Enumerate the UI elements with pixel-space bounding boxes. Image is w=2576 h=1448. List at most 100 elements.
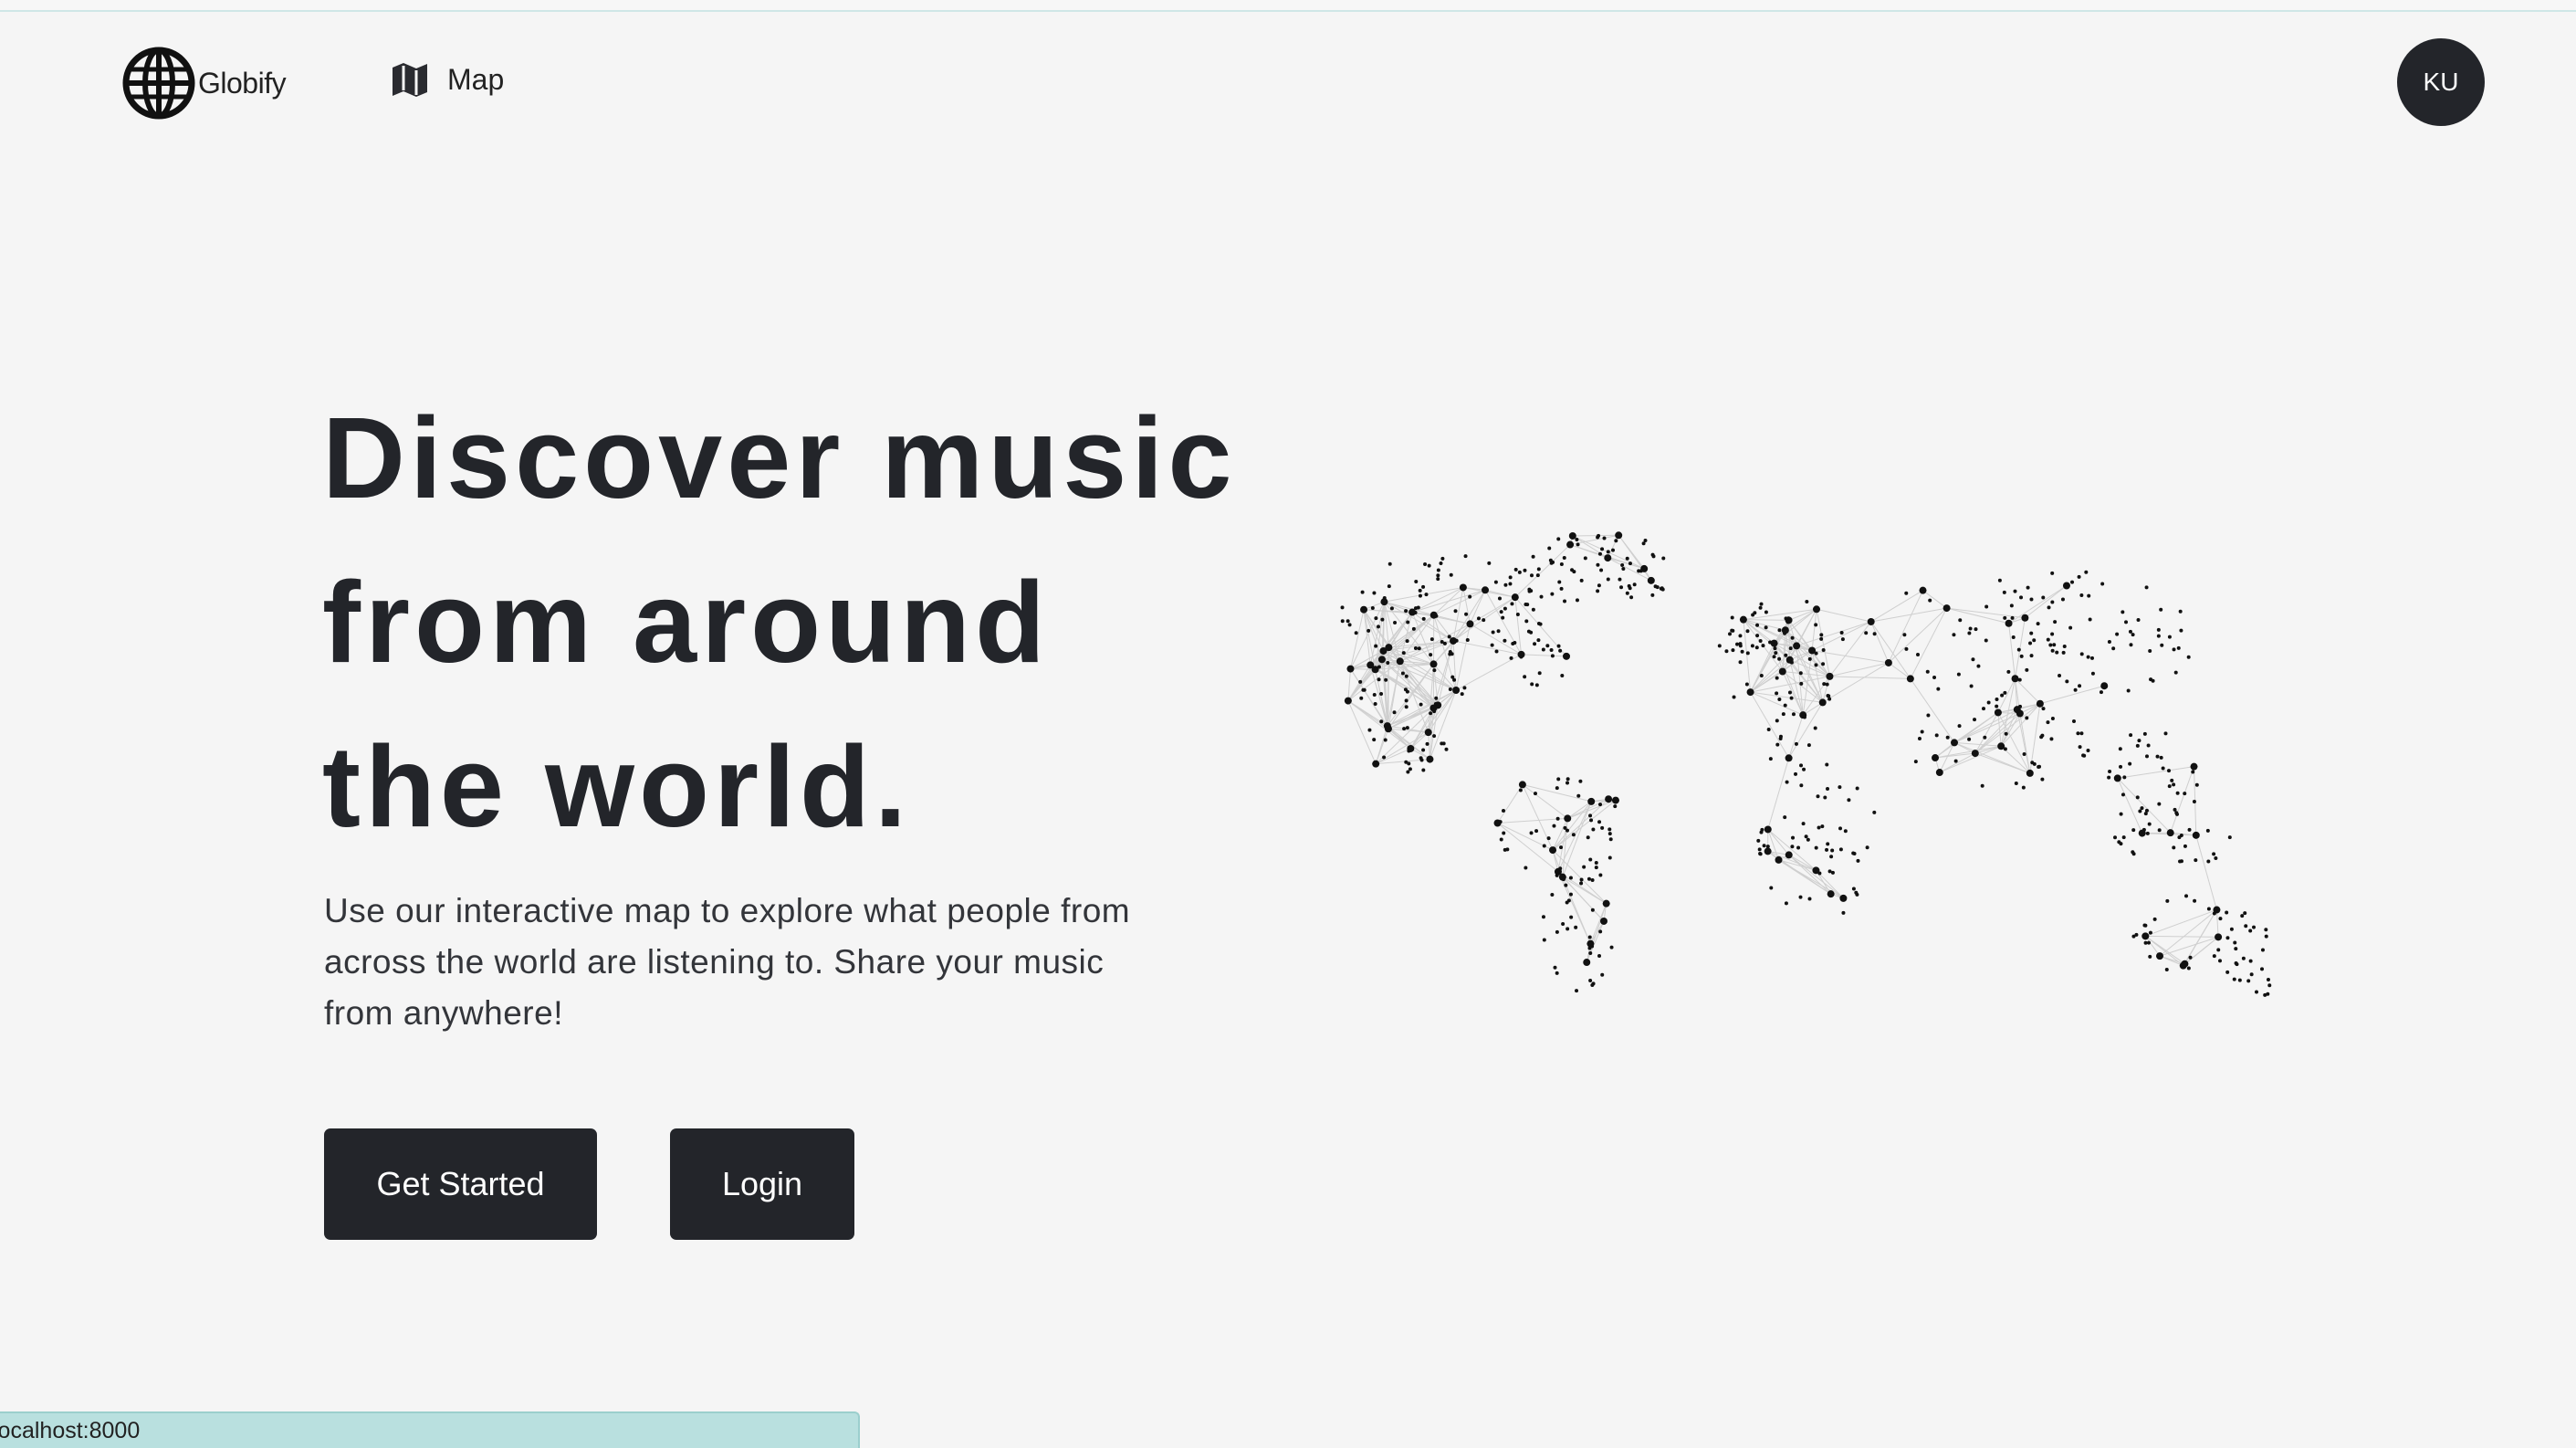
map-dot	[1372, 760, 1380, 768]
map-dot	[1589, 818, 1594, 823]
map-connection-line	[1387, 728, 1430, 760]
map-dot	[2087, 593, 2091, 598]
map-dot	[2234, 947, 2238, 951]
user-avatar[interactable]: KU	[2397, 38, 2485, 126]
map-dot	[1789, 660, 1794, 665]
map-dot	[1971, 657, 1975, 662]
map-dot	[1576, 793, 1581, 798]
map-dot	[2254, 990, 2258, 994]
map-connection-line	[2015, 677, 2041, 705]
map-dot	[2124, 620, 2129, 624]
map-dot	[2076, 731, 2080, 736]
map-dot	[1913, 760, 1918, 764]
map-dot	[1794, 741, 1798, 746]
nav-map-link[interactable]: Map	[391, 60, 504, 99]
map-dot	[2108, 770, 2112, 774]
get-started-button[interactable]: Get Started	[324, 1128, 597, 1240]
map-dot	[1976, 664, 1981, 668]
map-dot	[1510, 602, 1514, 606]
map-dot	[2029, 631, 2034, 635]
map-dot	[1562, 555, 1566, 560]
map-dot	[1787, 690, 1792, 695]
map-dot	[1551, 560, 1555, 564]
map-dot	[1367, 661, 1375, 669]
map-dot	[2046, 637, 2050, 642]
map-dot	[2019, 654, 2024, 658]
map-dot	[1367, 628, 1371, 633]
map-dot	[1553, 965, 1557, 970]
map-dot	[2137, 739, 2141, 743]
map-dot	[2053, 620, 2058, 624]
map-dot	[2082, 753, 2087, 758]
map-dot	[1576, 542, 1580, 547]
map-dot	[1421, 616, 1426, 621]
map-dot	[1340, 619, 1345, 624]
map-dot	[1775, 691, 1779, 696]
map-dot	[1558, 648, 1563, 653]
map-dot	[1799, 763, 1804, 768]
map-dot	[2107, 639, 2111, 644]
map-dot	[2028, 641, 2033, 645]
map-dot	[2128, 761, 2132, 766]
map-dot	[1535, 573, 1540, 578]
map-dot	[1738, 634, 1743, 638]
map-dot	[1414, 579, 1419, 583]
login-button[interactable]: Login	[670, 1128, 854, 1240]
map-dot	[1359, 696, 1364, 700]
map-dot	[2184, 894, 2189, 898]
map-dot	[2172, 647, 2176, 652]
map-dot	[2079, 652, 2084, 656]
map-dot	[2138, 829, 2146, 837]
map-dot	[2040, 733, 2045, 738]
map-dot	[1358, 679, 1363, 684]
map-dot	[1556, 644, 1561, 648]
brand-logo-link[interactable]: Globify	[121, 46, 287, 121]
map-dot	[2167, 769, 2172, 773]
map-dot	[1799, 681, 1804, 686]
map-dot	[1757, 847, 1762, 852]
map-dot	[1347, 623, 1352, 627]
map-dot	[2264, 934, 2268, 939]
map-dot	[1816, 794, 1820, 799]
map-dot	[2037, 765, 2041, 770]
map-dot	[1968, 626, 1973, 631]
map-dot	[1739, 615, 1747, 624]
map-connection-line	[2183, 936, 2219, 967]
map-dot	[1404, 698, 1408, 703]
map-dot	[2073, 687, 2078, 692]
map-dot	[1915, 652, 1920, 656]
map-dot	[1785, 780, 1789, 784]
map-dot	[2206, 859, 2211, 864]
map-dot	[1950, 739, 1958, 747]
map-connection-line	[1572, 534, 1619, 537]
map-dot	[1785, 851, 1793, 859]
map-dot	[1597, 583, 1601, 588]
map-dot	[2021, 785, 2026, 790]
map-dot	[2022, 752, 2026, 757]
map-dot	[1529, 630, 1534, 635]
map-dot	[1424, 729, 1432, 737]
map-connection-line	[1910, 678, 1955, 743]
map-dot	[1354, 631, 1358, 635]
map-dot	[2205, 828, 2210, 833]
map-dot	[1732, 695, 1736, 699]
map-dot	[1596, 562, 1600, 567]
map-dot	[1838, 826, 1843, 831]
map-icon	[391, 60, 429, 99]
map-dot	[2135, 743, 2140, 748]
map-dot	[2135, 795, 2140, 800]
map-dot	[1429, 704, 1438, 712]
map-dot	[1561, 921, 1565, 926]
map-dot	[1370, 606, 1375, 611]
map-dot	[1821, 648, 1826, 653]
map-dot	[1568, 876, 1573, 880]
map-dot	[1925, 669, 1930, 674]
map-dot	[1865, 845, 1869, 850]
map-dot	[1777, 656, 1782, 661]
map-dot	[2186, 966, 2191, 971]
map-dot	[2026, 769, 2034, 777]
map-dot	[1730, 628, 1734, 633]
map-dot	[1518, 781, 1526, 789]
map-dot	[1523, 675, 1527, 679]
map-dot	[2107, 775, 2111, 780]
